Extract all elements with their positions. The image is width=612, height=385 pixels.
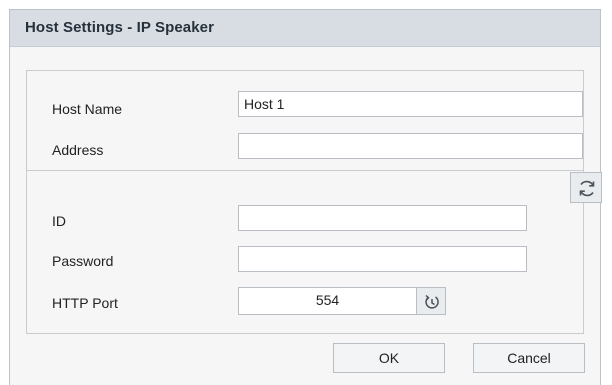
http-port-label: HTTP Port (52, 295, 118, 311)
cancel-button[interactable]: Cancel (473, 343, 585, 373)
address-label: Address (52, 142, 104, 158)
refresh-icon (579, 180, 595, 197)
ok-button[interactable]: OK (333, 343, 445, 373)
host-settings-dialog: Host Settings - IP Speaker Host Name Hos… (9, 9, 602, 385)
id-input[interactable] (238, 205, 527, 231)
host-name-input[interactable]: Host 1 (238, 91, 583, 117)
reset-default-icon (425, 294, 439, 309)
credentials-group: ID Password HTTP Port 554 (26, 170, 602, 334)
http-port-input[interactable]: 554 (238, 287, 417, 315)
host-group: Host Name Host 1 Address (26, 70, 584, 180)
id-label: ID (52, 213, 66, 229)
dialog-title-bar[interactable]: Host Settings - IP Speaker (10, 10, 600, 47)
port-reset-button[interactable] (416, 287, 446, 315)
address-input[interactable] (238, 133, 583, 159)
refresh-button[interactable] (570, 172, 602, 203)
password-label: Password (52, 253, 114, 269)
dialog-title: Host Settings - IP Speaker (25, 19, 215, 36)
host-name-label: Host Name (52, 101, 123, 117)
password-input[interactable] (238, 246, 527, 272)
